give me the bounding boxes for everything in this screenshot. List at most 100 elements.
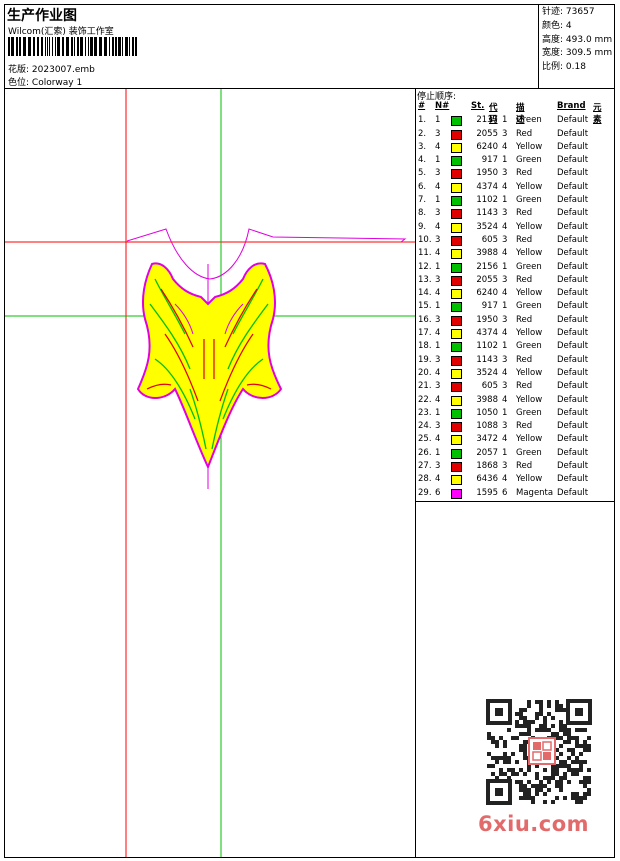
row-needle: 1	[435, 301, 441, 312]
design-row: 花版: 2023007.emb	[8, 62, 95, 75]
row-needle: 4	[435, 248, 441, 259]
col-element: 元素	[593, 103, 602, 125]
color-swatch	[451, 275, 462, 286]
row-stitches: 2137	[476, 115, 498, 126]
row-stitches: 1088	[476, 421, 498, 432]
row-needle: 4	[435, 141, 441, 152]
row-code: 4	[502, 474, 508, 485]
row-code: 1	[502, 261, 508, 272]
color-swatch	[451, 302, 462, 313]
row-index: 15.	[418, 301, 432, 312]
row-description: Red	[516, 274, 533, 285]
row-stitches: 1950	[476, 314, 498, 325]
row-brand: Default	[557, 274, 589, 285]
row-index: 10.	[418, 234, 432, 245]
row-code: 1	[502, 115, 508, 126]
row-code: 4	[502, 367, 508, 378]
color-swatch	[451, 382, 462, 393]
stat-scale: 比例: 0.18	[542, 62, 586, 73]
barcode	[8, 37, 137, 56]
row-description: Yellow	[516, 328, 543, 339]
row-code: 6	[502, 487, 508, 498]
row-brand: Default	[557, 208, 589, 219]
row-description: Yellow	[516, 367, 543, 378]
row-code: 3	[502, 354, 508, 365]
row-code: 4	[502, 288, 508, 299]
row-description: Magenta	[516, 487, 554, 498]
row-needle: 1	[435, 155, 441, 166]
color-swatch	[451, 142, 462, 153]
row-index: 26.	[418, 447, 432, 458]
row-index: 6.	[418, 181, 427, 192]
stat-stitches: 针迹: 73657	[542, 7, 595, 17]
row-code: 4	[502, 434, 508, 445]
row-needle: 4	[435, 181, 441, 192]
color-swatch	[451, 156, 462, 167]
row-brand: Default	[557, 181, 589, 192]
row-brand: Default	[557, 261, 589, 272]
canvas-divider	[415, 88, 416, 858]
row-index: 18.	[418, 341, 432, 352]
row-code: 3	[502, 128, 508, 139]
color-swatch	[451, 169, 462, 180]
color-swatch	[451, 355, 462, 366]
row-description: Yellow	[516, 248, 543, 259]
row-needle: 4	[435, 221, 441, 232]
row-stitches: 3524	[476, 221, 498, 232]
colorway-label: 色位:	[8, 78, 30, 88]
row-code: 3	[502, 421, 508, 432]
row-description: Green	[516, 301, 542, 312]
row-brand: Default	[557, 341, 589, 352]
row-stitches: 605	[481, 381, 498, 392]
color-swatch	[451, 182, 462, 193]
row-description: Red	[516, 128, 533, 139]
row-code: 3	[502, 234, 508, 245]
row-code: 4	[502, 328, 508, 339]
row-description: Green	[516, 261, 542, 272]
row-index: 16.	[418, 314, 432, 325]
row-code: 1	[502, 447, 508, 458]
row-needle: 3	[435, 314, 441, 325]
color-swatch	[451, 475, 462, 486]
row-stitches: 2055	[476, 274, 498, 285]
row-code: 1	[502, 341, 508, 352]
row-stitches: 1143	[476, 354, 498, 365]
row-description: Red	[516, 234, 533, 245]
row-brand: Default	[557, 354, 589, 365]
color-swatch	[451, 422, 462, 433]
row-index: 20.	[418, 367, 432, 378]
row-needle: 4	[435, 288, 441, 299]
row-index: 4.	[418, 155, 427, 166]
row-brand: Default	[557, 128, 589, 139]
table-bottom-divider	[415, 501, 615, 502]
row-description: Red	[516, 421, 533, 432]
row-brand: Default	[557, 248, 589, 259]
row-needle: 3	[435, 234, 441, 245]
row-brand: Default	[557, 155, 589, 166]
col-brand: Brand	[557, 101, 586, 111]
row-stitches: 1102	[476, 341, 498, 352]
row-stitches: 3988	[476, 248, 498, 259]
row-description: Yellow	[516, 141, 543, 152]
row-brand: Default	[557, 115, 589, 126]
row-brand: Default	[557, 474, 589, 485]
row-stitches: 1143	[476, 208, 498, 219]
color-swatch	[451, 488, 462, 499]
row-description: Green	[516, 195, 542, 206]
row-needle: 3	[435, 381, 441, 392]
row-index: 1.	[418, 115, 427, 126]
row-code: 1	[502, 301, 508, 312]
color-swatch	[451, 289, 462, 300]
design-label: 花版:	[8, 65, 30, 75]
row-index: 8.	[418, 208, 427, 219]
stat-height: 高度: 493.0 mm	[542, 34, 613, 45]
color-swatch	[451, 129, 462, 140]
row-index: 2.	[418, 128, 427, 139]
color-swatch	[451, 209, 462, 220]
row-needle: 3	[435, 128, 441, 139]
row-stitches: 4374	[476, 181, 498, 192]
row-index: 9.	[418, 221, 427, 232]
stats-divider	[538, 4, 539, 88]
row-index: 5.	[418, 168, 427, 179]
row-stitches: 1102	[476, 195, 498, 206]
